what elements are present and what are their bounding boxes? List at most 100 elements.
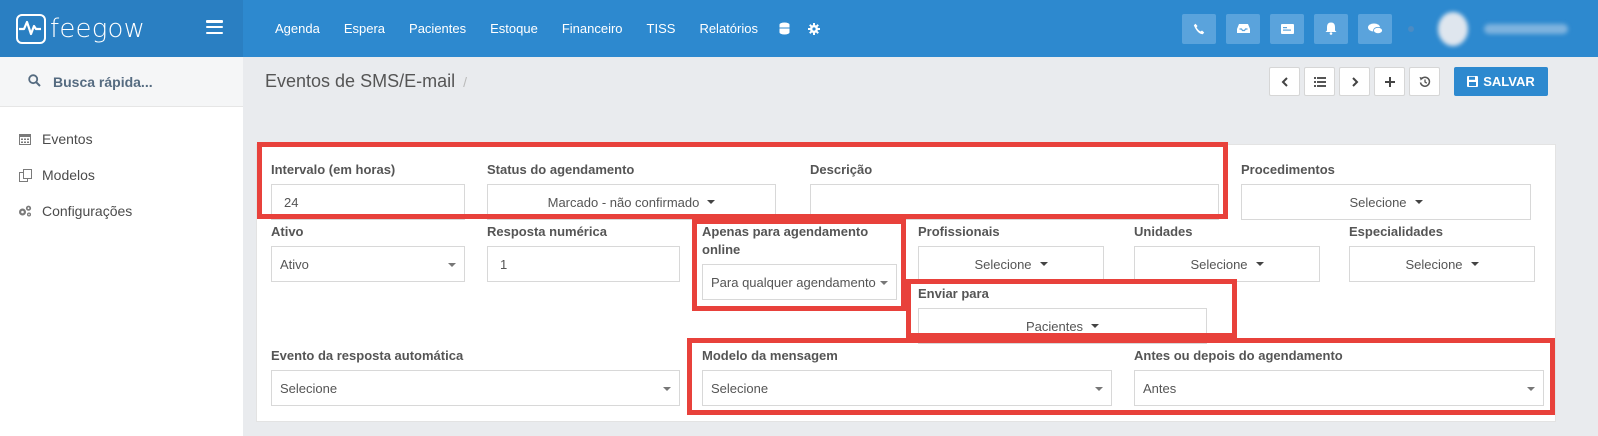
list-button[interactable] bbox=[1304, 67, 1335, 96]
topbar-actions bbox=[1182, 0, 1598, 57]
unidades-value: Selecione bbox=[1190, 256, 1248, 272]
resposta-numerica-label: Resposta numérica bbox=[487, 224, 607, 239]
page-title: Eventos de SMS/E-mail / bbox=[265, 71, 467, 92]
next-button[interactable] bbox=[1339, 67, 1370, 96]
bell-icon[interactable] bbox=[1314, 13, 1348, 44]
sidebar-item-configuracoes[interactable]: Configurações bbox=[0, 193, 243, 229]
descricao-input[interactable] bbox=[810, 184, 1219, 220]
antes-depois-label: Antes ou depois do agendamento bbox=[1134, 348, 1343, 363]
avatar[interactable] bbox=[1438, 11, 1468, 46]
unidades-select[interactable]: Selecione bbox=[1134, 246, 1320, 282]
procedimentos-value: Selecione bbox=[1349, 194, 1407, 210]
caret-down-icon bbox=[663, 387, 671, 391]
caret-down-icon bbox=[1527, 387, 1535, 391]
intervalo-value: 24 bbox=[284, 194, 299, 210]
nav-espera[interactable]: Espera bbox=[332, 21, 397, 36]
caret-down-icon bbox=[880, 281, 888, 285]
inbox-icon[interactable] bbox=[1226, 13, 1260, 44]
sidebar-item-eventos[interactable]: Eventos bbox=[0, 121, 243, 157]
modelo-mensagem-value: Selecione bbox=[711, 380, 769, 396]
calendar-icon bbox=[18, 132, 32, 146]
procedimentos-select[interactable]: Selecione bbox=[1241, 184, 1531, 220]
page-title-text: Eventos de SMS/E-mail bbox=[265, 71, 456, 91]
nav-financeiro[interactable]: Financeiro bbox=[550, 21, 635, 36]
evento-resposta-value: Selecione bbox=[280, 380, 338, 396]
resposta-numerica-value: 1 bbox=[500, 256, 508, 272]
plus-icon bbox=[1384, 76, 1395, 87]
top-navbar: feegow Agenda Espera Pacientes Estoque F… bbox=[0, 0, 1598, 57]
add-button[interactable] bbox=[1374, 67, 1405, 96]
page-header: Eventos de SMS/E-mail / SALVAR bbox=[243, 57, 1598, 107]
brand-area: feegow bbox=[0, 0, 243, 57]
menu-toggle-icon[interactable] bbox=[206, 20, 223, 34]
chat-icon[interactable] bbox=[1358, 13, 1392, 44]
id-card-icon[interactable] bbox=[1270, 13, 1304, 44]
apenas-online-label-line1: Apenas para agendamento bbox=[702, 224, 869, 239]
modelo-mensagem-select[interactable]: Selecione bbox=[702, 370, 1112, 406]
apenas-online-select[interactable]: Para qualquer agendamento bbox=[702, 264, 897, 300]
nav-tiss[interactable]: TISS bbox=[635, 21, 688, 36]
ativo-value: Ativo bbox=[280, 256, 309, 272]
caret-down-icon bbox=[1039, 262, 1048, 266]
enviar-para-value: Pacientes bbox=[1025, 318, 1084, 334]
evento-resposta-label: Evento da resposta automática bbox=[271, 348, 464, 363]
enviar-para-label: Enviar para bbox=[918, 286, 989, 301]
top-nav: Agenda Espera Pacientes Estoque Financei… bbox=[263, 21, 829, 36]
nav-agenda[interactable]: Agenda bbox=[263, 21, 332, 36]
database-icon[interactable] bbox=[770, 22, 799, 35]
previous-button[interactable] bbox=[1269, 67, 1300, 96]
caret-down-icon bbox=[1470, 262, 1479, 266]
cogs-icon bbox=[18, 204, 32, 218]
floppy-disk-icon bbox=[1467, 76, 1479, 87]
search-icon bbox=[28, 73, 41, 90]
sidebar-item-label: Modelos bbox=[42, 167, 95, 183]
intervalo-input[interactable]: 24 bbox=[271, 184, 465, 220]
evento-resposta-select[interactable]: Selecione bbox=[271, 370, 680, 406]
ativo-label: Ativo bbox=[271, 224, 304, 239]
enviar-para-select[interactable]: Pacientes bbox=[918, 308, 1207, 344]
user-name-blurred[interactable] bbox=[1484, 23, 1568, 34]
modelo-mensagem-label: Modelo da mensagem bbox=[702, 348, 838, 363]
caret-down-icon bbox=[1091, 324, 1100, 328]
caret-down-icon bbox=[448, 263, 456, 267]
gear-icon[interactable] bbox=[799, 22, 829, 35]
profissionais-label: Profissionais bbox=[918, 224, 1000, 239]
caret-down-icon bbox=[1095, 387, 1103, 391]
event-form-panel: Intervalo (em horas) 24 Status do agenda… bbox=[256, 144, 1556, 422]
chevron-right-icon bbox=[1351, 76, 1358, 87]
nav-estoque[interactable]: Estoque bbox=[478, 21, 550, 36]
resposta-numerica-input[interactable]: 1 bbox=[487, 246, 680, 282]
procedimentos-label: Procedimentos bbox=[1241, 162, 1335, 177]
breadcrumb-separator: / bbox=[463, 74, 467, 90]
especialidades-label: Especialidades bbox=[1349, 224, 1443, 239]
copy-icon bbox=[18, 168, 32, 182]
antes-depois-value: Antes bbox=[1143, 380, 1177, 396]
descricao-label: Descrição bbox=[810, 162, 873, 177]
caret-down-icon bbox=[1255, 262, 1264, 266]
antes-depois-select[interactable]: Antes bbox=[1134, 370, 1544, 406]
status-value: Marcado - não confirmado bbox=[547, 194, 700, 210]
save-button[interactable]: SALVAR bbox=[1454, 67, 1548, 96]
nav-pacientes[interactable]: Pacientes bbox=[397, 21, 478, 36]
especialidades-select[interactable]: Selecione bbox=[1349, 246, 1535, 282]
phone-icon[interactable] bbox=[1182, 13, 1216, 44]
caret-down-icon bbox=[707, 200, 716, 204]
sidebar-item-modelos[interactable]: Modelos bbox=[0, 157, 243, 193]
apenas-online-label-line2: online bbox=[702, 242, 741, 257]
chevron-left-icon bbox=[1281, 76, 1288, 87]
especialidades-value: Selecione bbox=[1405, 256, 1463, 272]
header-toolbar: SALVAR bbox=[1269, 67, 1548, 96]
profissionais-select[interactable]: Selecione bbox=[918, 246, 1104, 282]
quick-search[interactable]: Busca rápida... bbox=[0, 57, 243, 107]
feegow-logo-icon[interactable] bbox=[16, 13, 46, 44]
brand-name[interactable]: feegow bbox=[50, 14, 145, 44]
sidebar-item-label: Configurações bbox=[42, 203, 133, 219]
ativo-select[interactable]: Ativo bbox=[271, 246, 465, 282]
unidades-label: Unidades bbox=[1134, 224, 1193, 239]
caret-down-icon bbox=[1414, 200, 1423, 204]
nav-relatorios[interactable]: Relatórios bbox=[687, 21, 770, 36]
apenas-online-label: Apenas para agendamento online bbox=[702, 223, 868, 259]
status-dot bbox=[1408, 25, 1414, 32]
history-button[interactable] bbox=[1409, 67, 1440, 96]
status-select[interactable]: Marcado - não confirmado bbox=[487, 184, 776, 220]
